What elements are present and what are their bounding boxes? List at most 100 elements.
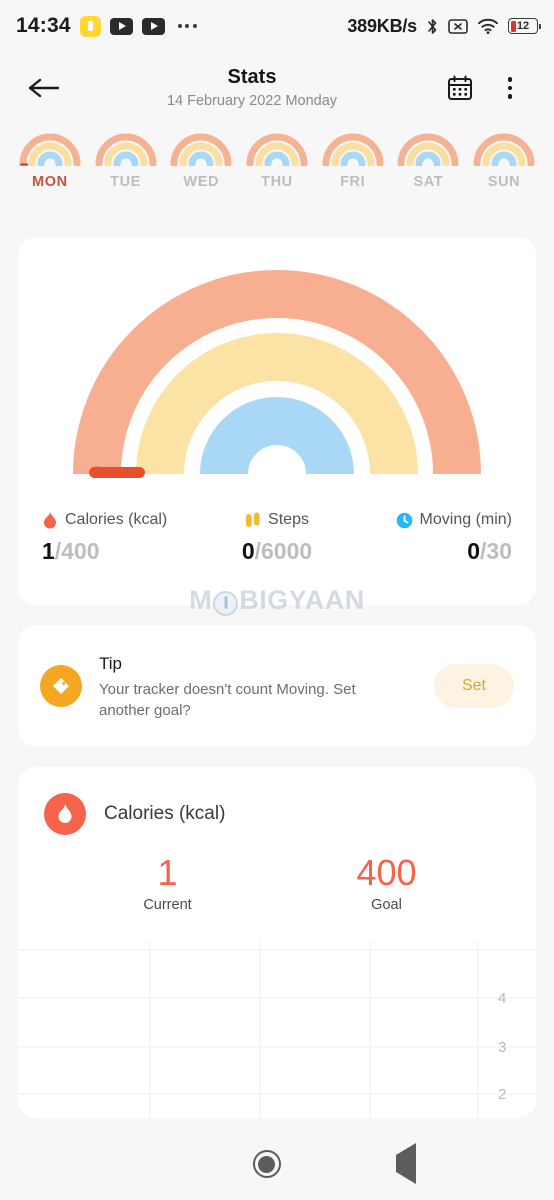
back-button[interactable] bbox=[22, 66, 66, 110]
tip-card: Tip Your tracker doesn't count Moving. S… bbox=[18, 625, 536, 747]
activity-rings-card: Calories (kcal) 1/400 Steps 0/6000 Movin… bbox=[18, 237, 536, 605]
day-label: TUE bbox=[110, 174, 141, 190]
page-subtitle: 14 February 2022 Monday bbox=[166, 92, 338, 109]
app-bar-actions bbox=[438, 66, 532, 110]
flame-icon bbox=[44, 511, 56, 528]
tip-body: Your tracker doesn't count Moving. Set a… bbox=[99, 680, 356, 719]
day-item-wed[interactable]: WED bbox=[168, 133, 234, 190]
set-goal-button[interactable]: Set bbox=[433, 664, 514, 708]
battery-level-label: 12 bbox=[516, 20, 530, 32]
calories-card-title: Calories (kcal) bbox=[104, 803, 226, 824]
calories-goal-block: 400 Goal bbox=[277, 851, 496, 913]
triangle-back-icon bbox=[396, 1143, 417, 1184]
calories-current-label: Current bbox=[143, 897, 192, 913]
stat-value: 0/6000 bbox=[199, 535, 356, 567]
stat-goal: /6000 bbox=[254, 538, 313, 564]
android-nav-bar bbox=[0, 1128, 554, 1200]
day-label: MON bbox=[32, 174, 68, 190]
stat-steps: Steps 0/6000 bbox=[199, 509, 356, 567]
day-item-thu[interactable]: THU bbox=[244, 133, 310, 190]
shield-icon bbox=[79, 15, 101, 37]
stat-value: 1/400 bbox=[42, 535, 199, 567]
day-label: SAT bbox=[413, 174, 444, 190]
stat-label: Calories (kcal) bbox=[65, 511, 168, 528]
stat-label: Moving (min) bbox=[419, 511, 513, 528]
mini-rainbow-icon bbox=[170, 133, 232, 166]
tag-glyph-icon bbox=[53, 678, 69, 694]
calories-goal-value: 400 bbox=[356, 852, 417, 893]
home-button[interactable] bbox=[252, 1150, 281, 1178]
flame-icon bbox=[44, 793, 86, 835]
sim-disabled-icon bbox=[448, 18, 468, 34]
battery-icon: 12 bbox=[508, 18, 541, 34]
day-item-sun[interactable]: SUN bbox=[471, 133, 537, 190]
stat-header: Calories (kcal) bbox=[42, 509, 199, 531]
mini-rainbow-icon bbox=[473, 133, 535, 166]
rainbow-progress-rings bbox=[73, 270, 481, 478]
calendar-icon bbox=[448, 75, 472, 100]
wifi-icon bbox=[478, 18, 498, 34]
network-speed-label: 389KB/s bbox=[347, 15, 417, 36]
stat-goal: /400 bbox=[54, 538, 100, 564]
app-bar: Stats 14 February 2022 Monday bbox=[0, 52, 554, 124]
day-item-sat[interactable]: SAT bbox=[395, 133, 461, 190]
stat-moving: Moving (min) 0/30 bbox=[355, 509, 512, 567]
day-label: WED bbox=[183, 174, 220, 190]
overflow-menu-button[interactable] bbox=[488, 66, 532, 110]
flame-glyph-icon bbox=[58, 804, 72, 823]
status-bar-right: 389KB/s 12 bbox=[347, 15, 541, 37]
mini-rainbow-icon bbox=[19, 133, 81, 166]
day-item-mon[interactable]: MON bbox=[17, 133, 83, 190]
bluetooth-icon bbox=[428, 18, 437, 34]
day-item-fri[interactable]: FRI bbox=[320, 133, 386, 190]
status-bar: 14:34 389KB/s 12 bbox=[0, 0, 554, 52]
stat-calories: Calories (kcal) 1/400 bbox=[42, 509, 199, 567]
calories-current-block: 1 Current bbox=[58, 851, 277, 913]
activity-rings bbox=[18, 259, 536, 509]
calories-goal-label: Goal bbox=[371, 897, 402, 913]
more-dots-icon bbox=[177, 24, 197, 28]
calories-values-row: 1 Current 400 Goal bbox=[18, 851, 536, 913]
circle-icon bbox=[252, 1150, 281, 1178]
day-item-tue[interactable]: TUE bbox=[93, 133, 159, 190]
status-clock: 14:34 bbox=[16, 14, 71, 37]
stat-header: Steps bbox=[199, 509, 356, 531]
stat-current: 0 bbox=[241, 538, 255, 564]
status-bar-left: 14:34 bbox=[16, 14, 197, 38]
day-label: SUN bbox=[487, 174, 521, 190]
calendar-button[interactable] bbox=[438, 66, 482, 110]
calories-current-value: 1 bbox=[157, 852, 178, 893]
stat-current: 0 bbox=[467, 538, 481, 564]
app-bar-title-block: Stats 14 February 2022 Monday bbox=[66, 65, 438, 112]
calories-chart: 4 3 2 bbox=[18, 942, 536, 1118]
chart-ytick-label: 2 bbox=[498, 1086, 506, 1103]
day-label: THU bbox=[261, 174, 293, 190]
mini-rainbow-icon bbox=[397, 133, 459, 166]
calories-detail-card: Calories (kcal) 1 Current 400 Goal 4 3 2 bbox=[18, 767, 536, 1118]
phone-screen: 14:34 389KB/s 12 Stats 14 February 2022 … bbox=[0, 0, 554, 1200]
tag-icon bbox=[40, 665, 82, 707]
kebab-menu-icon bbox=[507, 77, 513, 99]
mini-rainbow-icon bbox=[95, 133, 157, 166]
calories-card-header: Calories (kcal) bbox=[18, 767, 536, 835]
chart-ytick-label: 4 bbox=[498, 990, 506, 1007]
back-nav-button[interactable] bbox=[396, 1143, 417, 1184]
stat-goal: /30 bbox=[480, 538, 513, 564]
tip-title: Tip bbox=[99, 653, 122, 673]
page-title: Stats bbox=[227, 65, 277, 88]
stat-label: Steps bbox=[268, 511, 309, 528]
stats-row: Calories (kcal) 1/400 Steps 0/6000 Movin… bbox=[18, 509, 536, 567]
chart-gridlines bbox=[18, 942, 536, 1118]
stat-value: 0/30 bbox=[355, 535, 512, 567]
clock-icon bbox=[396, 512, 412, 528]
mini-rainbow-icon bbox=[246, 133, 308, 166]
arrow-left-icon bbox=[28, 78, 60, 98]
footsteps-icon bbox=[246, 512, 260, 527]
stat-current: 1 bbox=[42, 538, 55, 564]
tip-content: Tip Your tracker doesn't count Moving. S… bbox=[18, 625, 536, 747]
day-selector-strip: MON TUE WED THU FRI SAT SUN bbox=[0, 133, 554, 221]
calories-chart-grid: 4 3 2 bbox=[18, 942, 536, 1118]
tip-text-block: Tip Your tracker doesn't count Moving. S… bbox=[99, 652, 405, 721]
stat-header: Moving (min) bbox=[355, 509, 512, 531]
video-icon bbox=[109, 17, 133, 35]
